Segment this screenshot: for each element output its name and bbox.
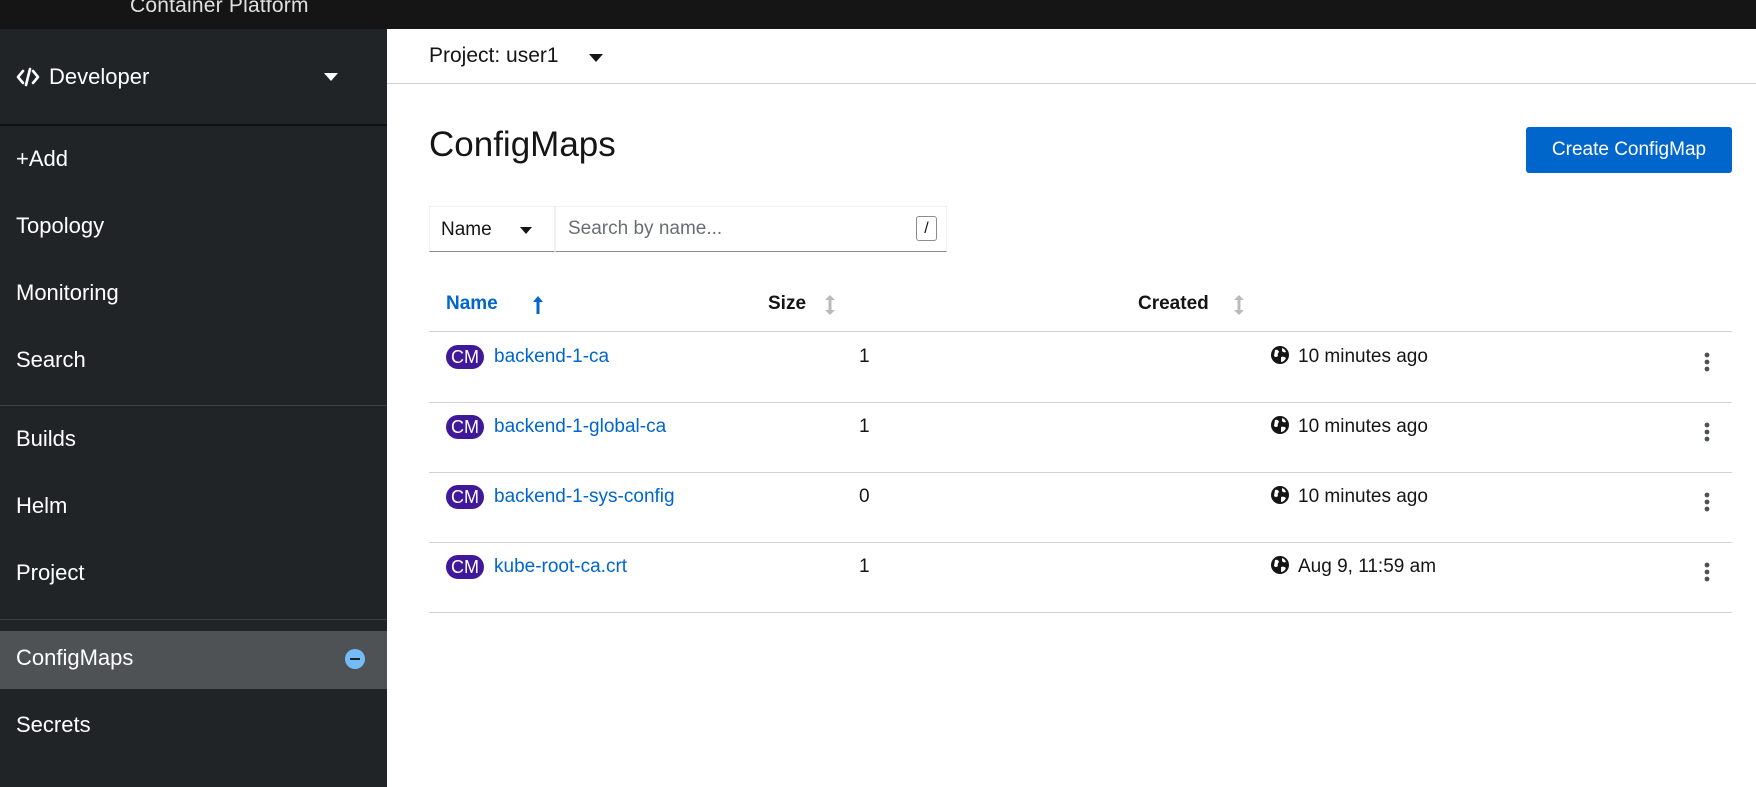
filter-toolbar: Name / xyxy=(429,206,947,252)
search-field: / xyxy=(555,206,947,252)
nav-item-label: Builds xyxy=(16,426,76,451)
main-content: Project: user1 ConfigMaps Create ConfigM… xyxy=(387,29,1756,787)
nav-item-helm[interactable]: Helm xyxy=(0,479,387,535)
column-header-name[interactable]: Name xyxy=(446,293,498,315)
nav-item-label: Project xyxy=(16,560,85,585)
page-title: ConfigMaps xyxy=(429,125,616,164)
nav-item-topology[interactable]: Topology xyxy=(0,199,387,255)
nav-item-label: Search xyxy=(16,347,86,372)
code-icon xyxy=(16,67,40,87)
nav-item-label: Topology xyxy=(16,213,105,238)
nav-item-label: +Add xyxy=(16,146,68,171)
table-row: CM backend-1-ca 1 10 minutes ago xyxy=(429,332,1732,402)
brand-title: Container Platform xyxy=(130,0,309,17)
configmap-link[interactable]: backend-1-global-ca xyxy=(494,416,666,438)
search-input[interactable] xyxy=(556,207,906,251)
nav-divider xyxy=(0,405,387,406)
created-timestamp: 10 minutes ago xyxy=(1298,486,1428,507)
minus-circle-icon[interactable] xyxy=(345,649,365,669)
keyboard-shortcut-hint: / xyxy=(916,216,937,241)
nav-item-secrets[interactable]: Secrets xyxy=(0,698,387,754)
kebab-menu-icon[interactable] xyxy=(1697,350,1717,374)
globe-icon xyxy=(1271,346,1289,364)
create-configmap-button[interactable]: Create ConfigMap xyxy=(1526,127,1732,173)
nav-item-search[interactable]: Search xyxy=(0,333,387,389)
sidebar: Developer +Add Topology Monitoring Searc… xyxy=(0,29,387,787)
column-header-size[interactable]: Size xyxy=(768,293,806,315)
size-value: 1 xyxy=(859,346,870,367)
masthead: Container Platform xyxy=(0,0,1756,29)
perspective-switcher[interactable]: Developer xyxy=(0,29,387,126)
nav-item-label: Secrets xyxy=(16,712,91,737)
table-row: CM kube-root-ca.crt 1 Aug 9, 11:59 am xyxy=(429,542,1732,612)
project-selector[interactable]: Project: user1 xyxy=(387,29,1756,84)
kebab-menu-icon[interactable] xyxy=(1697,560,1717,584)
created-timestamp: 10 minutes ago xyxy=(1298,416,1428,437)
resource-badge: CM xyxy=(446,555,484,579)
resource-badge: CM xyxy=(446,345,484,369)
nav-item-label: Monitoring xyxy=(16,280,119,305)
table-divider xyxy=(429,612,1732,613)
caret-down-icon xyxy=(520,227,532,234)
created-timestamp: 10 minutes ago xyxy=(1298,346,1428,367)
size-value: 1 xyxy=(859,416,870,437)
configmap-link[interactable]: kube-root-ca.crt xyxy=(494,556,627,578)
configmap-link[interactable]: backend-1-sys-config xyxy=(494,486,675,508)
globe-icon xyxy=(1271,486,1289,504)
globe-icon xyxy=(1271,416,1289,434)
nav-item-configmaps[interactable]: ConfigMaps xyxy=(0,631,387,689)
nav-divider xyxy=(0,619,387,620)
kebab-menu-icon[interactable] xyxy=(1697,490,1717,514)
configmap-link[interactable]: backend-1-ca xyxy=(494,346,609,368)
nav-item-monitoring[interactable]: Monitoring xyxy=(0,266,387,322)
filter-type-label: Name xyxy=(441,219,492,240)
nav-item-label: ConfigMaps xyxy=(16,645,134,670)
resource-badge: CM xyxy=(446,485,484,509)
column-header-created[interactable]: Created xyxy=(1138,293,1209,315)
caret-down-icon xyxy=(589,54,603,62)
nav-item-label: Helm xyxy=(16,493,68,518)
resource-badge: CM xyxy=(446,415,484,439)
table-row: CM backend-1-global-ca 1 10 minutes ago xyxy=(429,402,1732,472)
sort-icon[interactable] xyxy=(824,295,836,315)
created-timestamp: Aug 9, 11:59 am xyxy=(1298,556,1437,577)
size-value: 0 xyxy=(859,486,870,507)
size-value: 1 xyxy=(859,556,870,577)
sort-icon[interactable] xyxy=(1233,295,1245,315)
kebab-menu-icon[interactable] xyxy=(1697,420,1717,444)
nav-item-project[interactable]: Project xyxy=(0,546,387,602)
filter-type-select[interactable]: Name xyxy=(429,206,555,252)
project-label: Project: user1 xyxy=(429,44,559,67)
nav-item-add[interactable]: +Add xyxy=(0,132,387,188)
table-row: CM backend-1-sys-config 0 10 minutes ago xyxy=(429,472,1732,542)
perspective-label: Developer xyxy=(49,64,150,89)
nav-item-builds[interactable]: Builds xyxy=(0,412,387,468)
caret-down-icon xyxy=(324,73,338,81)
globe-icon xyxy=(1271,556,1289,574)
sort-ascending-icon[interactable] xyxy=(532,295,544,315)
